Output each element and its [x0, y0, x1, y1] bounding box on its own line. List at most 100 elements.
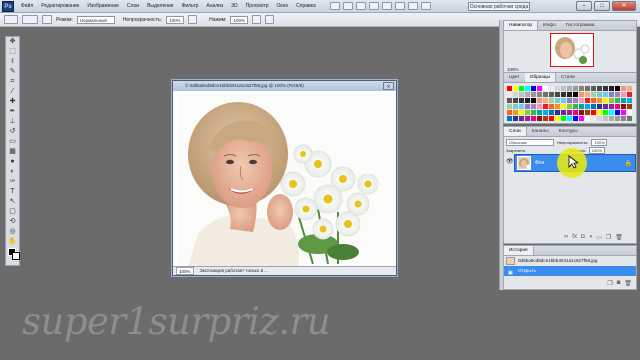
- menu-layers[interactable]: Слои: [123, 3, 143, 9]
- swatch-cell[interactable]: [621, 92, 626, 97]
- swatch-cell[interactable]: [573, 104, 578, 109]
- swatch-cell[interactable]: [615, 86, 620, 91]
- menu-3d[interactable]: 3D: [227, 3, 241, 9]
- new-layer-icon[interactable]: ❐: [606, 234, 611, 241]
- zoom-level-button[interactable]: [368, 2, 379, 10]
- swatch-cell[interactable]: [555, 92, 560, 97]
- swatch-cell[interactable]: [519, 92, 524, 97]
- eraser-tool-icon[interactable]: ▭: [7, 137, 18, 147]
- menu-image[interactable]: Изображение: [83, 3, 123, 9]
- quick-select-tool-icon[interactable]: ✎: [7, 67, 18, 77]
- swatch-cell[interactable]: [597, 116, 602, 121]
- swatch-cell[interactable]: [549, 92, 554, 97]
- crop-tool-icon[interactable]: ⌗: [7, 77, 18, 87]
- menu-filter[interactable]: Фильтр: [178, 3, 203, 9]
- swatch-cell[interactable]: [531, 110, 536, 115]
- delete-layer-icon[interactable]: 🗑: [615, 234, 623, 241]
- navigator-thumbnail[interactable]: [550, 33, 594, 67]
- swatch-cell[interactable]: [597, 110, 602, 115]
- swatch-cell[interactable]: [555, 104, 560, 109]
- lasso-tool-icon[interactable]: ℓ: [7, 57, 18, 67]
- swatch-cell[interactable]: [627, 110, 632, 115]
- swatch-cell[interactable]: [561, 110, 566, 115]
- swatch-cell[interactable]: [615, 104, 620, 109]
- swatch-cell[interactable]: [597, 92, 602, 97]
- swatch-cell[interactable]: [555, 110, 560, 115]
- swatch-cell[interactable]: [525, 110, 530, 115]
- adjustment-layer-icon[interactable]: ◑: [589, 234, 593, 241]
- swatch-cell[interactable]: [609, 86, 614, 91]
- swatch-cell[interactable]: [603, 110, 608, 115]
- swatch-cell[interactable]: [537, 110, 542, 115]
- menu-file[interactable]: Файл: [17, 3, 37, 9]
- move-tool-icon[interactable]: ✥: [7, 37, 18, 47]
- menu-view[interactable]: Просмотр: [242, 3, 273, 9]
- swatch-cell[interactable]: [561, 116, 566, 121]
- swatch-cell[interactable]: [603, 116, 608, 121]
- swatch-cell[interactable]: [513, 104, 518, 109]
- swatch-cell[interactable]: [507, 86, 512, 91]
- mini-bridge-button[interactable]: [342, 2, 353, 10]
- clone-stamp-tool-icon[interactable]: ⊥: [7, 117, 18, 127]
- swatch-cell[interactable]: [531, 98, 536, 103]
- swatch-cell[interactable]: [519, 104, 524, 109]
- mode-select[interactable]: Нормальный: [76, 15, 115, 24]
- screen-mode-button[interactable]: [420, 2, 431, 10]
- menu-analysis[interactable]: Анализ: [202, 3, 227, 9]
- swatch-cell[interactable]: [609, 116, 614, 121]
- bridge-button[interactable]: [329, 2, 340, 10]
- swatch-cell[interactable]: [507, 116, 512, 121]
- swatch-cell[interactable]: [579, 92, 584, 97]
- new-group-icon[interactable]: ▭: [596, 234, 602, 241]
- swatch-cell[interactable]: [525, 92, 530, 97]
- swatch-cell[interactable]: [621, 86, 626, 91]
- delete-state-icon[interactable]: 🗑: [624, 280, 632, 287]
- swatch-cell[interactable]: [525, 86, 530, 91]
- 3d-rotate-tool-icon[interactable]: ⟲: [7, 217, 18, 227]
- swatch-cell[interactable]: [621, 110, 626, 115]
- tab-histogram[interactable]: Гистограмма: [561, 21, 600, 30]
- healing-brush-tool-icon[interactable]: ✚: [7, 97, 18, 107]
- swatch-cell[interactable]: [567, 110, 572, 115]
- swatch-cell[interactable]: [579, 104, 584, 109]
- swatch-cell[interactable]: [567, 116, 572, 121]
- swatch-cell[interactable]: [537, 98, 542, 103]
- zoom-tool-button[interactable]: [394, 2, 405, 10]
- swatch-cell[interactable]: [621, 104, 626, 109]
- hand-tool-icon[interactable]: ✋: [7, 237, 18, 247]
- swatch-cell[interactable]: [537, 104, 542, 109]
- swatch-cell[interactable]: [615, 110, 620, 115]
- swatch-cell[interactable]: [603, 104, 608, 109]
- document-zoom[interactable]: 100%: [176, 267, 194, 275]
- swatch-cell[interactable]: [609, 110, 614, 115]
- hand-tool-button[interactable]: [381, 2, 392, 10]
- swatch-cell[interactable]: [579, 86, 584, 91]
- swatch-cell[interactable]: [549, 116, 554, 121]
- swatch-cell[interactable]: [555, 86, 560, 91]
- swatch-cell[interactable]: [591, 110, 596, 115]
- history-item-open[interactable]: ▣ Открыть: [504, 266, 636, 276]
- swatch-cell[interactable]: [591, 98, 596, 103]
- swatch-cell[interactable]: [513, 98, 518, 103]
- layer-mask-icon[interactable]: ◘: [581, 234, 585, 241]
- swatch-cell[interactable]: [519, 110, 524, 115]
- layer-style-icon[interactable]: fx: [572, 234, 577, 241]
- swatch-cell[interactable]: [615, 92, 620, 97]
- swatch-cell[interactable]: [609, 98, 614, 103]
- fill-input[interactable]: 100%: [588, 147, 605, 154]
- swatch-cell[interactable]: [567, 104, 572, 109]
- swatch-cell[interactable]: [507, 98, 512, 103]
- tablet-opacity-toggle[interactable]: [188, 15, 198, 24]
- swatch-cell[interactable]: [585, 92, 590, 97]
- swatch-cell[interactable]: [585, 110, 590, 115]
- swatch-cell[interactable]: [573, 116, 578, 121]
- tab-history[interactable]: История: [504, 246, 534, 255]
- gradient-tool-icon[interactable]: ▦: [7, 147, 18, 157]
- swatch-cell[interactable]: [591, 92, 596, 97]
- swatch-cell[interactable]: [567, 86, 572, 91]
- background-color-swatch[interactable]: [12, 252, 20, 260]
- swatch-cell[interactable]: [543, 110, 548, 115]
- swatch-cell[interactable]: [627, 98, 632, 103]
- swatch-cell[interactable]: [591, 104, 596, 109]
- tab-swatches[interactable]: Образцы: [524, 73, 556, 82]
